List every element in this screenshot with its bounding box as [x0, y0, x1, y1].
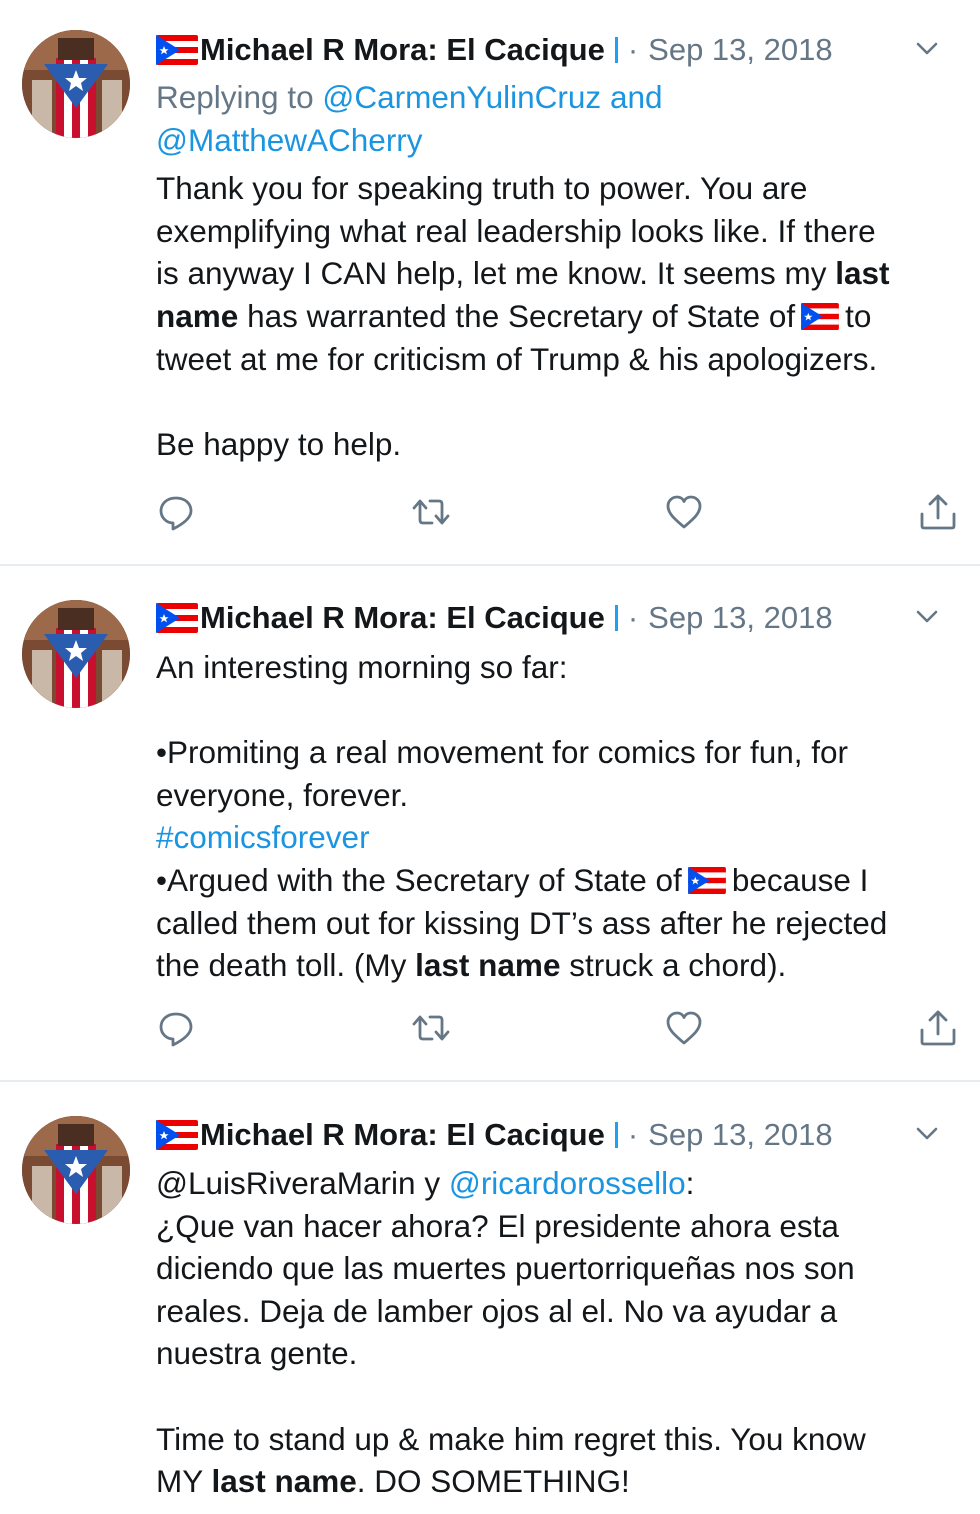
- puerto-rico-flag-icon: [156, 1120, 198, 1150]
- verified-bar-icon: [614, 1122, 618, 1148]
- text-line: name has warranted the Secretary of Stat…: [156, 295, 958, 338]
- avatar[interactable]: [22, 600, 130, 708]
- text-run: . DO SOMETHING!: [356, 1463, 630, 1500]
- replying-to: Replying to @CarmenYulinCruz and: [156, 76, 958, 119]
- tweet-body: Replying to @CarmenYulinCruz and @Matthe…: [156, 76, 958, 465]
- tweet[interactable]: Michael R Mora: El Cacique · Sep 13, 201…: [0, 0, 980, 566]
- tweet[interactable]: Michael R Mora: El Cacique · Sep 13, 201…: [0, 1082, 980, 1514]
- text-run: because I: [731, 861, 869, 898]
- tweet-body: @LuisRiveraMarin y @ricardorossello: ¿Qu…: [156, 1162, 958, 1503]
- tweet-header: Michael R Mora: El Cacique · Sep 13, 201…: [156, 1113, 950, 1157]
- text-line: •Argued with the Secretary of State of be…: [156, 859, 958, 902]
- chevron-down-icon[interactable]: [914, 36, 940, 62]
- share-icon[interactable]: [918, 1008, 958, 1048]
- text-run: MY: [156, 1463, 203, 1500]
- tweet-actions: [156, 492, 966, 532]
- retweet-icon[interactable]: [411, 1008, 451, 1048]
- mention-link[interactable]: @CarmenYulinCruz: [322, 79, 601, 115]
- text-line: Thank you for speaking truth to power. Y…: [156, 170, 808, 207]
- text-line: tweet at me for criticism of Trump & his…: [156, 340, 878, 377]
- chevron-down-icon[interactable]: [914, 1121, 940, 1147]
- text-line: @LuisRiveraMarin y @ricardorossello:: [156, 1162, 958, 1205]
- text-line: is anyway I CAN help, let me know. It se…: [156, 252, 958, 295]
- text-line: •Promiting a real movement for comics fo…: [156, 734, 849, 771]
- tweet-header: Michael R Mora: El Cacique · Sep 13, 201…: [156, 28, 950, 72]
- text-line: everyone, forever.: [156, 776, 409, 813]
- verified-bar-icon: [614, 605, 618, 631]
- puerto-rico-flag-icon: [156, 35, 198, 65]
- author-name[interactable]: Michael R Mora: El Cacique: [200, 32, 605, 68]
- text-run: the death toll. (My: [156, 947, 407, 984]
- mention-text[interactable]: @LuisRiveraMarin: [156, 1165, 416, 1201]
- text-line: the death toll. (My last name struck a c…: [156, 944, 958, 987]
- puerto-rico-flag-icon: [688, 867, 726, 894]
- text-run: is anyway I CAN help, let me know. It se…: [156, 255, 827, 292]
- text-line: nuestra gente.: [156, 1335, 358, 1372]
- text-run: •Argued with the Secretary of State of: [156, 861, 682, 898]
- share-icon[interactable]: [918, 492, 958, 532]
- text-run: to: [845, 297, 872, 334]
- like-icon[interactable]: [664, 1008, 704, 1048]
- author-name[interactable]: Michael R Mora: El Cacique: [200, 1117, 605, 1153]
- bold-text: name: [156, 297, 239, 334]
- tweet-header: Michael R Mora: El Cacique · Sep 13, 201…: [156, 596, 950, 640]
- tweet-body: An interesting morning so far: •Promitin…: [156, 646, 958, 987]
- puerto-rico-flag-icon: [801, 303, 839, 330]
- tweet-date[interactable]: Sep 13, 2018: [648, 32, 832, 68]
- mention-link[interactable]: @ricardorossello: [449, 1165, 686, 1201]
- chevron-down-icon[interactable]: [914, 604, 940, 630]
- text-line: Time to stand up & make him regret this.…: [156, 1420, 866, 1457]
- bold-text: last: [835, 255, 890, 292]
- text-line: An interesting morning so far:: [156, 649, 568, 685]
- reply-icon[interactable]: [156, 1008, 196, 1048]
- mention-link[interactable]: @MatthewACherry: [156, 122, 423, 158]
- tweet-date[interactable]: Sep 13, 2018: [648, 1117, 832, 1153]
- text-run: y: [424, 1165, 441, 1201]
- tweet-date[interactable]: Sep 13, 2018: [648, 600, 832, 636]
- reply-icon[interactable]: [156, 492, 196, 532]
- separator-dot: ·: [627, 32, 639, 67]
- replying-prefix: Replying to: [156, 79, 314, 115]
- text-line: Be happy to help.: [156, 425, 402, 462]
- author-name[interactable]: Michael R Mora: El Cacique: [200, 600, 605, 636]
- text-line: ¿Que van hacer ahora? El presidente ahor…: [156, 1207, 839, 1244]
- bold-text: last name: [211, 1463, 357, 1500]
- text-run: struck a chord).: [569, 947, 787, 984]
- text-line: MY last name. DO SOMETHING!: [156, 1460, 958, 1503]
- text-line: called them out for kissing DT’s ass aft…: [156, 904, 888, 941]
- tweet[interactable]: Michael R Mora: El Cacique · Sep 13, 201…: [0, 566, 980, 1082]
- text-run: :: [685, 1165, 695, 1201]
- text-line: exemplifying what real leadership looks …: [156, 212, 876, 249]
- separator-dot: ·: [627, 1117, 639, 1152]
- like-icon[interactable]: [664, 492, 704, 532]
- text-run: has warranted the Secretary of State of: [247, 297, 796, 334]
- avatar[interactable]: [22, 30, 130, 138]
- avatar[interactable]: [22, 1116, 130, 1224]
- text-line: diciendo que las muertes puertorriqueñas…: [156, 1250, 855, 1287]
- puerto-rico-flag-icon: [156, 603, 198, 633]
- verified-bar-icon: [614, 37, 618, 63]
- retweet-icon[interactable]: [411, 492, 451, 532]
- text-line: reales. Deja de lamber ojos al el. No va…: [156, 1292, 838, 1329]
- reply-and: and: [609, 79, 663, 115]
- bold-text: last name: [415, 947, 561, 984]
- tweet-actions: [156, 1008, 966, 1048]
- hashtag-link[interactable]: #comicsforever: [156, 819, 370, 855]
- separator-dot: ·: [627, 600, 639, 635]
